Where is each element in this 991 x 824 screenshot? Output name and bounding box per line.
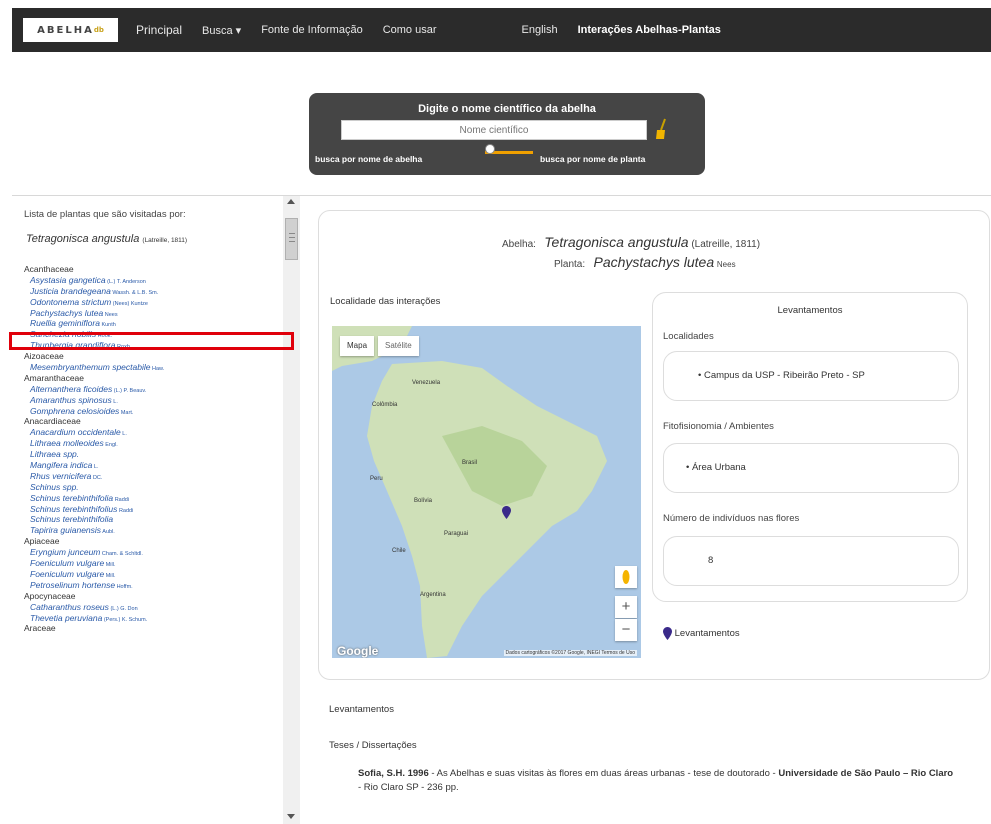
plant-family: Acanthaceae <box>24 264 74 274</box>
plant-family: Apocynaceae <box>24 590 76 601</box>
plant-species-link[interactable]: Foeniculum vulgare Mill. <box>24 569 286 580</box>
individuos-label: Número de indivíduos nas flores <box>663 513 800 524</box>
surveys-panel: Levantamentos Localidades • Campus da US… <box>652 292 968 602</box>
map-label: Brasil <box>462 460 478 466</box>
map-label: Chile <box>392 548 406 554</box>
plant-species-link[interactable]: Tapirira guianensis Aubl. <box>24 525 286 536</box>
plant-species-link[interactable]: Mesembryanthemum spectabile Haw. <box>24 362 286 373</box>
plant-species-link[interactable]: Amaranthus spinosus L. <box>24 395 286 406</box>
plant-family: Amaranthaceae <box>24 372 85 383</box>
google-logo[interactable]: Google <box>337 644 378 658</box>
nav-busca[interactable]: Busca ▾ <box>202 24 241 37</box>
plant-family: Araceae <box>24 623 56 634</box>
plant-species-link[interactable]: Schinus terebinthifolia Raddi <box>24 493 286 504</box>
localidades-label: Localidades <box>663 331 714 342</box>
nav-principal[interactable]: Principal <box>136 23 182 37</box>
plant-sidebar: Lista de plantas que são visitadas por: … <box>12 196 304 824</box>
fitofisionomia-label: Fitofisionomia / Ambientes <box>663 421 774 432</box>
map-tab[interactable]: Mapa <box>340 336 375 356</box>
toggle-knob[interactable] <box>485 144 495 154</box>
locality-heading: Localidade das interações <box>330 296 441 307</box>
search-panel: Digite o nome científico da abelha busca… <box>309 93 705 175</box>
toggle-bee-label: busca por nome de abelha <box>315 154 423 164</box>
plant-species-link[interactable]: Catharanthus roseus (L.) G. Don <box>24 602 286 613</box>
legend-pin-icon <box>663 627 672 640</box>
site-logo[interactable]: ABELHA db <box>23 18 118 42</box>
scientific-name-input[interactable] <box>341 120 647 140</box>
map-legend: Levantamentos <box>663 627 740 640</box>
pegman-icon[interactable] <box>615 566 637 588</box>
reference-entry: Sofia, S.H. 1996 - As Abelhas e suas vis… <box>358 768 954 793</box>
selected-plant-highlight <box>9 332 294 350</box>
plant-family: Apiaceae <box>24 536 60 547</box>
search-title: Digite o nome científico da abelha <box>418 103 596 115</box>
bee-author: (Latreille, 1811) <box>691 239 761 250</box>
plant-species-link[interactable]: Mangifera indica L. <box>24 460 286 471</box>
fitofisionomia-box: • Área Urbana <box>663 443 959 493</box>
broom-icon[interactable] <box>654 118 668 140</box>
nav-como-usar[interactable]: Como usar <box>383 24 437 36</box>
map-attribution[interactable]: Dados cartográficos ©2017 Google, INEGI … <box>503 650 637 656</box>
scroll-down-icon[interactable] <box>287 814 295 819</box>
plant-species-link[interactable]: Odontonema strictum (Nees) Kuntze <box>24 297 286 308</box>
localidade-box: • Campus da USP - Ribeirão Preto - SP <box>663 351 959 401</box>
map-label: Paraguai <box>444 531 469 537</box>
map-label: Colômbia <box>372 402 398 408</box>
sidebar-caption: Lista de plantas que são visitadas por: <box>24 209 186 220</box>
map-pin-icon[interactable] <box>502 506 511 519</box>
plant-species-link[interactable]: Pachystachys lutea Nees <box>24 308 286 319</box>
plant-species-link[interactable]: Thevetia peruviana (Pers.) K. Schum. <box>24 613 286 624</box>
map-label: Bolívia <box>414 498 433 504</box>
zoom-out-button[interactable]: − <box>615 619 637 641</box>
plant-species-link[interactable]: Schinus terebinthifolia <box>24 514 286 525</box>
map-label: Venezuela <box>412 380 441 386</box>
scroll-thumb[interactable] <box>285 218 298 260</box>
plant-species-link[interactable]: Gomphrena celosioides Mart. <box>24 406 286 417</box>
plant-species-link[interactable]: Lithraea spp. <box>24 449 286 460</box>
south-america-shape <box>332 326 607 658</box>
plant-species-link[interactable]: Petroselinum hortense Hoffm. <box>24 580 286 591</box>
plant-list: Acanthaceae Asystasia gangetica (L.) T. A… <box>24 264 286 634</box>
toggle-plant-label: busca por nome de planta <box>540 154 646 164</box>
interaction-map[interactable]: Mapa Satélite Venezuela Colômbia Peru Br… <box>332 326 641 658</box>
plant-species-link[interactable]: Ruellia geminiflora Kunth <box>24 318 286 329</box>
plant-family: Anacardiaceae <box>24 416 81 427</box>
plant-species-link[interactable]: Foeniculum vulgare Mill. <box>24 558 286 569</box>
individuos-box: 8 <box>663 536 959 586</box>
scroll-up-icon[interactable] <box>287 199 295 204</box>
plant-species-link[interactable]: Justicia brandegeana Wassh. & L.B. Sm. <box>24 286 286 297</box>
plant-species-link[interactable]: Alternanthera ficoides (L.) P. Beauv. <box>24 384 286 395</box>
zoom-in-button[interactable]: + <box>615 596 637 618</box>
plant-row: Planta: Pachystachys lutea Nees <box>554 254 736 270</box>
plant-species-link[interactable]: Eryngium junceum Cham. & Schltdl. <box>24 547 286 558</box>
sidebar-scrollbar[interactable] <box>283 196 300 824</box>
plant-species-link[interactable]: Asystasia gangetica (L.) T. Anderson <box>24 275 286 286</box>
sidebar-bee-name: Tetragonisca angustula (Latreille, 1811) <box>26 233 188 245</box>
surveys-title: Levantamentos <box>777 305 843 316</box>
top-navbar: ABELHA db Principal Busca ▾ Fonte de Info… <box>12 8 991 52</box>
nav-fonte[interactable]: Fonte de Informação <box>261 24 363 36</box>
plant-species-link[interactable]: Schinus spp. <box>24 482 286 493</box>
plant-family: Aizoaceae <box>24 351 64 362</box>
levantamentos-heading: Levantamentos <box>329 704 394 715</box>
bee-row: Abelha: Tetragonisca angustula (Latreill… <box>502 234 761 250</box>
map-label: Peru <box>370 476 383 482</box>
map-label: Argentina <box>420 592 446 598</box>
nav-english[interactable]: English <box>522 24 558 36</box>
teses-heading: Teses / Dissertações <box>329 740 417 751</box>
plant-name: Pachystachys lutea <box>593 254 715 270</box>
plant-author: Nees <box>716 260 736 269</box>
satellite-tab[interactable]: Satélite <box>378 336 419 356</box>
nav-interacoes[interactable]: Interações Abelhas-Plantas <box>578 24 721 36</box>
plant-species-link[interactable]: Schinus terebinthifolius Raddi <box>24 504 286 515</box>
plant-species-link[interactable]: Anacardium occidentale L. <box>24 427 286 438</box>
bee-name: Tetragonisca angustula <box>544 234 689 250</box>
plant-species-link[interactable]: Rhus vernicifera DC. <box>24 471 286 482</box>
plant-species-link[interactable]: Lithraea molleoides Engl. <box>24 438 286 449</box>
